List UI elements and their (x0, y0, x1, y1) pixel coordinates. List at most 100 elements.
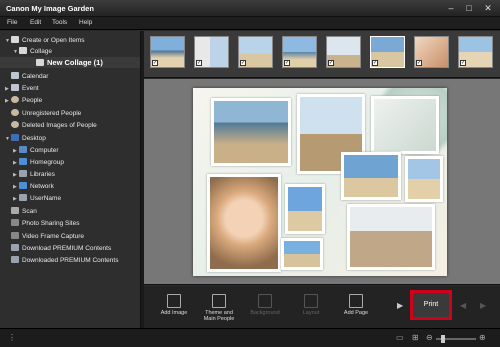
photo-child-standing[interactable] (405, 156, 443, 202)
next-arrow-icon[interactable]: ▶ (480, 301, 486, 310)
sidebar-item-homegroup[interactable]: ▶ Homegroup (13, 157, 64, 168)
expand-arrow-icon[interactable]: ▶ (5, 96, 11, 107)
sidebar-item-label: Photo Sharing Sites (22, 220, 80, 227)
sidebar-item-computer[interactable]: ▶ Computer (13, 145, 59, 156)
checkbox-icon[interactable]: ✓ (416, 60, 422, 66)
checkbox-icon[interactable]: ✓ (240, 60, 246, 66)
sidebar-item-label: Download PREMIUM Contents (22, 245, 112, 252)
background-icon (258, 294, 272, 308)
downloaded-premium-icon (11, 256, 19, 263)
add-page-label: Add Page (343, 310, 369, 316)
bottom-toolbar: Add Image Theme and Main People Backgrou… (144, 286, 500, 328)
layout-button[interactable]: Layout (289, 294, 333, 316)
deleted-people-icon (11, 121, 19, 128)
theme-main-people-button[interactable]: Theme and Main People (197, 294, 241, 322)
calendar-icon (11, 72, 19, 79)
filmstrip-thumbnail[interactable]: ✓ (150, 36, 185, 68)
sidebar-item-label: Libraries (30, 171, 55, 178)
background-button[interactable]: Background (243, 294, 287, 316)
menu-help[interactable]: Help (79, 19, 92, 26)
filmstrip-thumbnail[interactable]: ✓ (282, 36, 317, 68)
filmstrip-thumbnail[interactable]: ✓ (194, 36, 229, 68)
sidebar-item-label: New Collage (1) (47, 58, 103, 67)
checkbox-icon[interactable]: ✓ (152, 60, 158, 66)
video-frame-icon (11, 232, 19, 239)
zoom-slider-knob[interactable] (441, 335, 445, 343)
checkbox-icon[interactable]: ✓ (372, 60, 378, 66)
photo-smiling-girl[interactable] (207, 174, 281, 272)
filmstrip-thumbnail[interactable]: ✓ (326, 36, 361, 68)
sidebar-item-label: Event (22, 85, 39, 92)
sidebar-item-event[interactable]: ▶ Event (5, 83, 39, 94)
sidebar-item-downloaded-premium[interactable]: Downloaded PREMIUM Contents (11, 255, 118, 266)
add-image-label: Add Image (160, 310, 188, 316)
checkbox-icon[interactable]: ✓ (196, 60, 202, 66)
sidebar-item-label: Computer (30, 147, 59, 154)
photo-seal-on-beach[interactable] (211, 98, 291, 166)
checkbox-icon[interactable]: ✓ (328, 60, 334, 66)
libraries-icon (19, 170, 27, 177)
menu-file[interactable]: File (7, 19, 17, 26)
zoom-out-icon[interactable]: ⊖ (426, 333, 433, 342)
sidebar-item-unregistered-people[interactable]: Unregistered People (11, 108, 81, 119)
background-label: Background (250, 310, 280, 316)
sidebar-item-create-items[interactable]: ▼ Create or Open Items (5, 35, 85, 46)
photo-family-bed[interactable] (347, 204, 435, 270)
photo-boy-beach[interactable] (285, 184, 325, 234)
unregistered-people-icon (11, 109, 19, 116)
checkbox-icon[interactable]: ✓ (284, 60, 290, 66)
collage-icon (19, 47, 27, 54)
sidebar-item-label: UserName (30, 195, 62, 202)
photo-family-beach[interactable] (341, 152, 401, 200)
collage-preview[interactable] (193, 88, 447, 276)
menu-edit[interactable]: Edit (30, 19, 41, 26)
sidebar-item-collage[interactable]: ▼ Collage (13, 46, 52, 57)
title-bar: Canon My Image Garden – □ ✕ (0, 0, 500, 17)
prev-arrow-icon[interactable]: ◀ (460, 301, 466, 310)
network-icon (19, 182, 27, 189)
window-title: Canon My Image Garden (6, 4, 94, 13)
filmstrip-thumbnail[interactable]: ✓ (458, 36, 493, 68)
zoom-in-icon[interactable]: ⊕ (479, 333, 486, 342)
sidebar-item-username[interactable]: ▶ UserName (13, 193, 61, 204)
create-items-icon (11, 36, 19, 43)
sidebar-item-label: Network (30, 183, 54, 190)
minimize-button[interactable]: – (444, 2, 458, 14)
sidebar-item-calendar[interactable]: Calendar (11, 71, 48, 82)
toolbar-scroll-arrow-icon[interactable]: ▶ (397, 301, 403, 310)
sidebar-item-label: Scan (22, 208, 37, 215)
checkbox-icon[interactable]: ✓ (460, 60, 466, 66)
event-icon (11, 84, 19, 91)
print-button[interactable]: Print (410, 290, 452, 320)
close-button[interactable]: ✕ (481, 2, 495, 14)
filmstrip-thumbnail[interactable]: ✓ (414, 36, 449, 68)
menu-tools[interactable]: Tools (52, 19, 67, 26)
filmstrip-thumbnail[interactable]: ✓ (238, 36, 273, 68)
sidebar-item-deleted-people[interactable]: Deleted Images of People (11, 120, 97, 131)
sidebar-item-desktop[interactable]: ▼ Desktop (5, 133, 46, 144)
sidebar-item-scan[interactable]: Scan (11, 206, 37, 217)
sidebar-item-label: Downloaded PREMIUM Contents (22, 257, 119, 264)
maximize-button[interactable]: □ (462, 2, 476, 14)
menu-toggle-icon[interactable]: ⋮ (8, 333, 16, 342)
fit-icon[interactable]: ⊞ (412, 333, 419, 342)
sidebar: ▼ Create or Open Items ▼ Collage New Colla… (0, 31, 141, 328)
sidebar-item-new-collage[interactable]: New Collage (1) (0, 57, 140, 68)
filmstrip-thumbnail[interactable]: ✓ (370, 36, 405, 68)
sidebar-item-video-frame[interactable]: Video Frame Capture (11, 231, 84, 242)
sidebar-item-network[interactable]: ▶ Network (13, 181, 54, 192)
homegroup-icon (19, 158, 27, 165)
photo-shell[interactable] (371, 96, 439, 154)
sidebar-item-libraries[interactable]: ▶ Libraries (13, 169, 55, 180)
photo-kids-walking[interactable] (281, 238, 323, 270)
sidebar-item-label: Calendar (22, 73, 49, 80)
user-folder-icon (19, 194, 27, 201)
add-page-button[interactable]: Add Page (334, 294, 378, 316)
fullscreen-icon[interactable]: ▭ (396, 333, 404, 342)
sidebar-item-download-premium[interactable]: Download PREMIUM Contents (11, 243, 111, 254)
sidebar-item-photo-sharing[interactable]: Photo Sharing Sites (11, 218, 79, 229)
sidebar-item-label: Desktop (22, 135, 46, 142)
sidebar-item-label: Collage (30, 48, 53, 55)
add-image-button[interactable]: Add Image (152, 294, 196, 316)
sidebar-item-people[interactable]: ▶ People (5, 95, 42, 106)
